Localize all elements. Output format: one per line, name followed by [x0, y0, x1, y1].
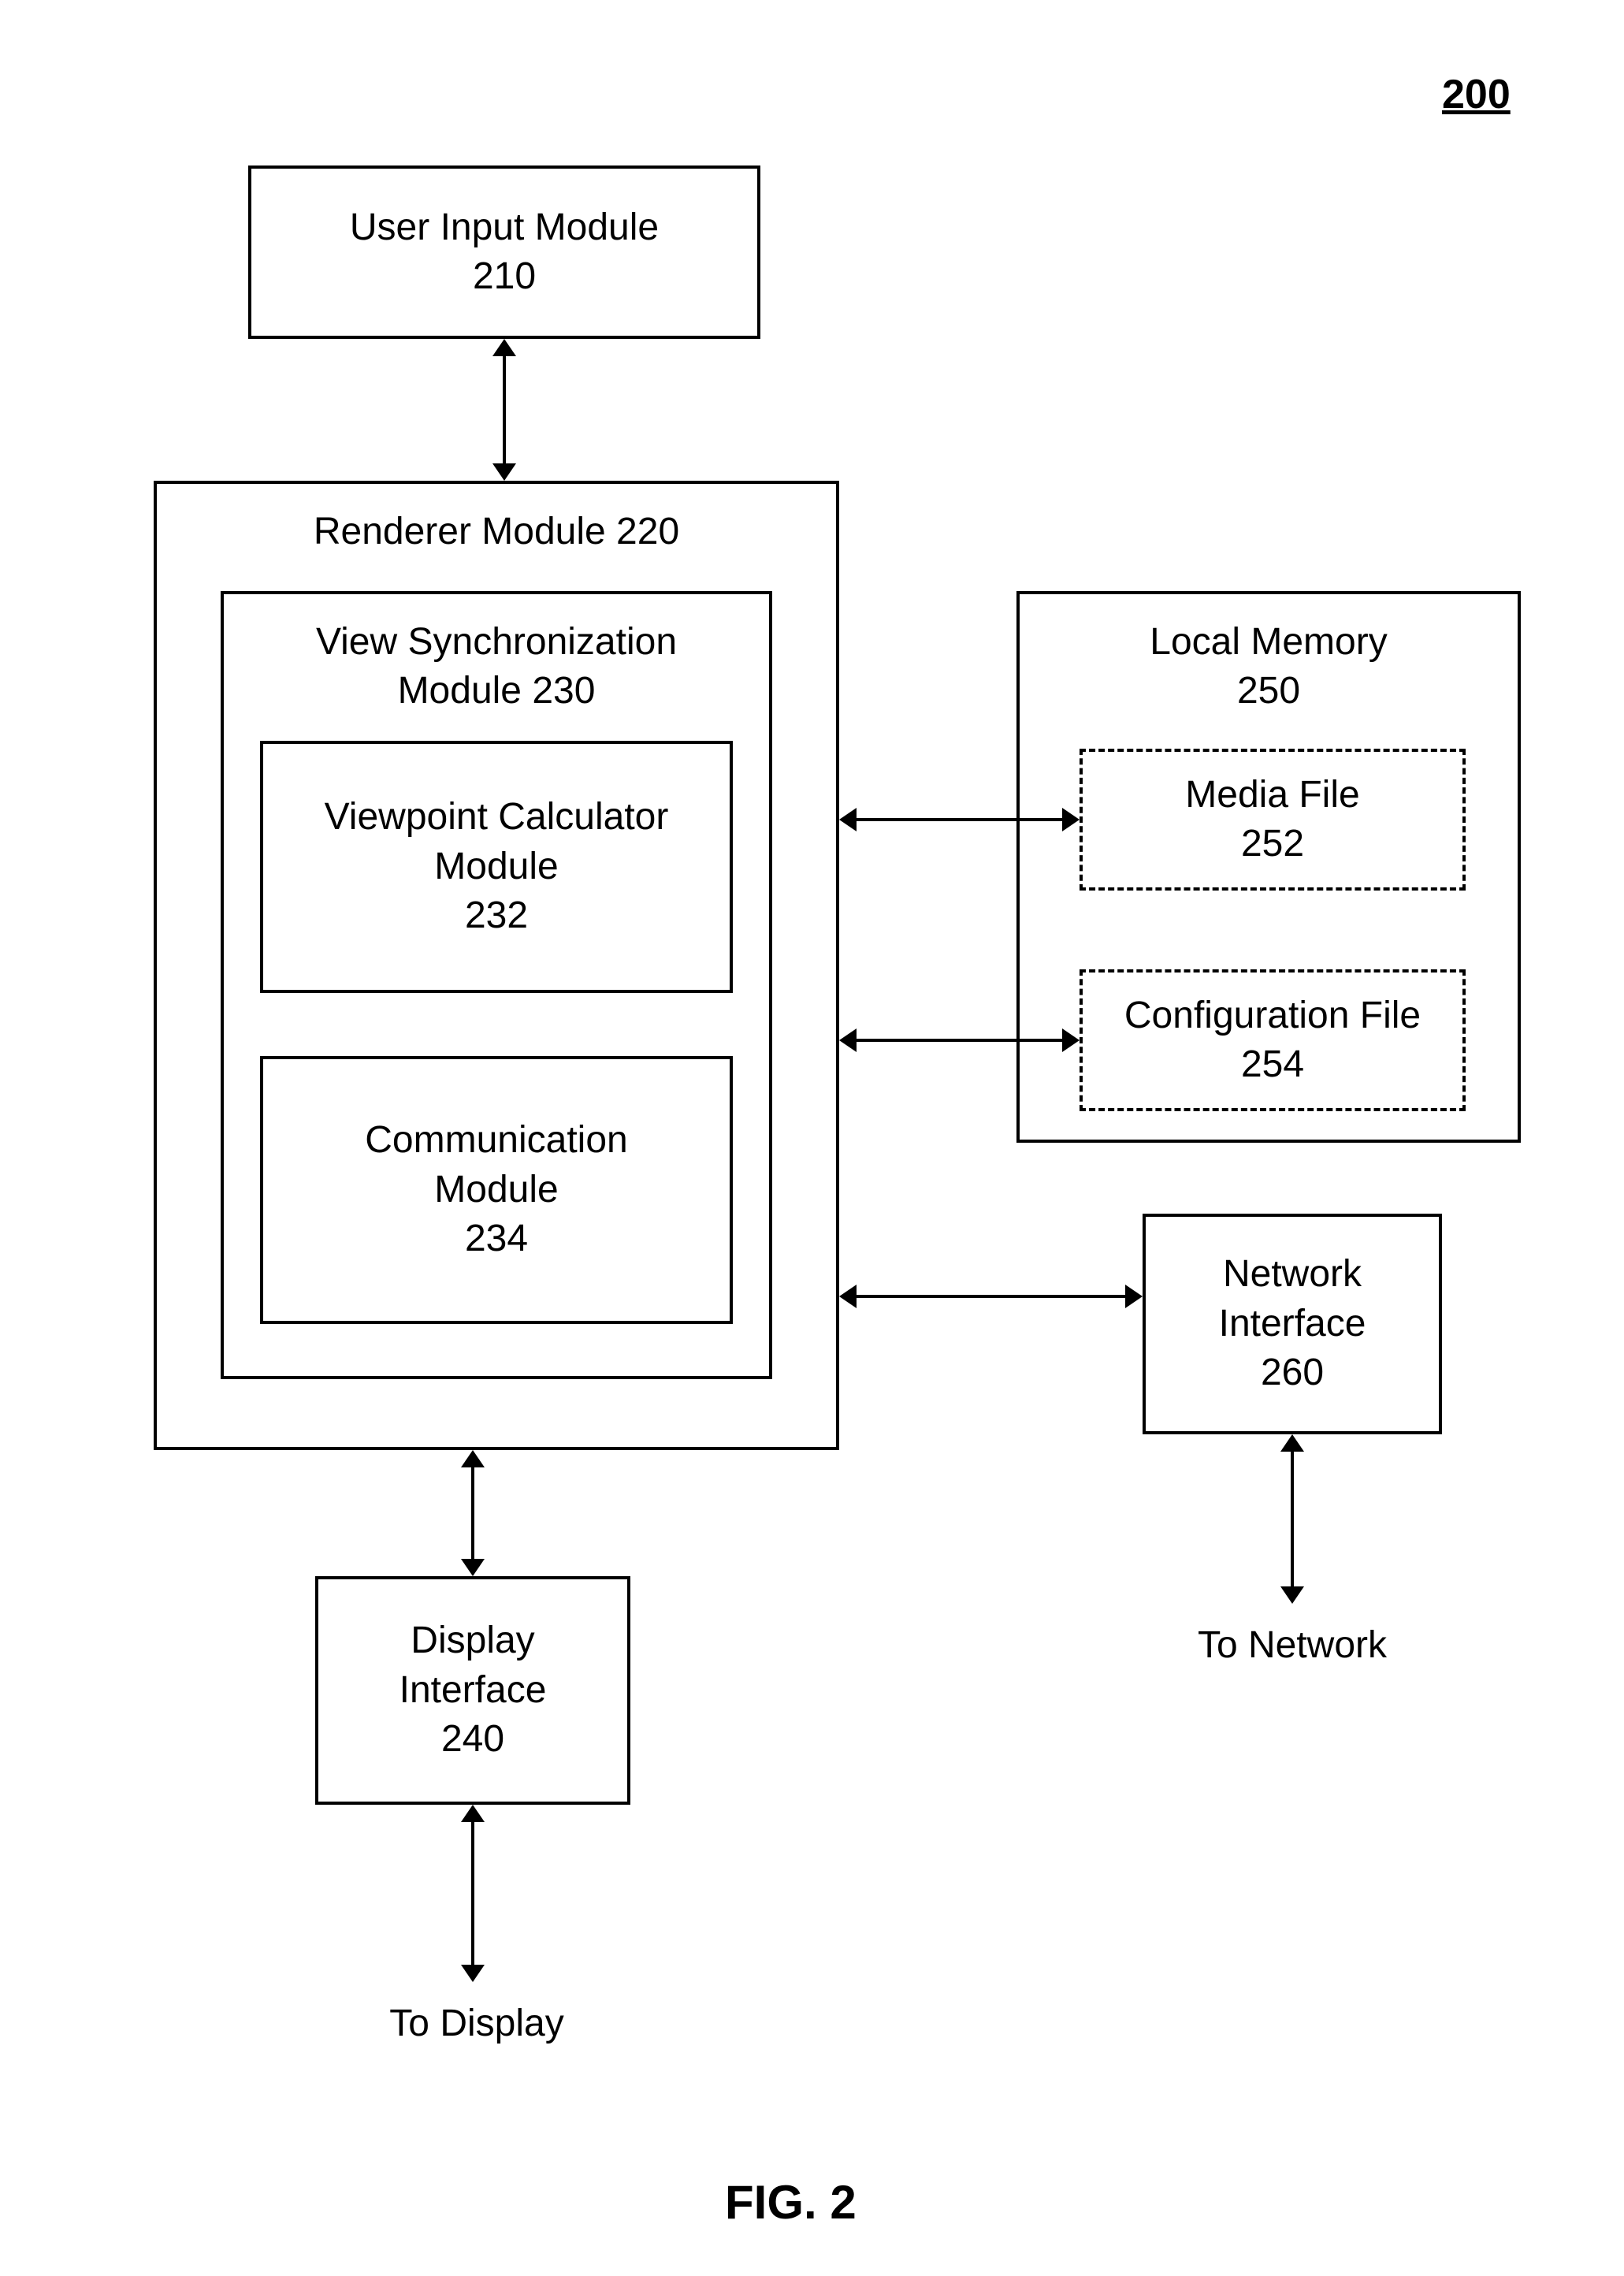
box-configuration-file: Configuration File 254	[1080, 969, 1466, 1111]
text-line: Module	[434, 842, 558, 891]
figure-reference: 200	[1442, 71, 1511, 118]
text-line: Display	[411, 1616, 534, 1665]
box-viewpoint-calculator: Viewpoint Calculator Module 232	[260, 741, 733, 993]
box-media-file: Media File 252	[1080, 749, 1466, 891]
diagram-canvas: 200 User Input Module 210 Renderer Modul…	[0, 0, 1624, 2276]
text-line: Local Memory	[1150, 618, 1387, 667]
connector-renderer-netif	[839, 1277, 1143, 1316]
figure-caption: FIG. 2	[725, 2175, 857, 2230]
text-line: Configuration File	[1124, 991, 1421, 1040]
connector-network-out	[1273, 1434, 1312, 1604]
text-line: Module 230	[398, 667, 596, 716]
box-communication-module: Communication Module 234	[260, 1056, 733, 1324]
box-display-interface: Display Interface 240	[315, 1576, 630, 1805]
text-line: Network	[1223, 1250, 1362, 1299]
text-line: Interface	[1219, 1300, 1366, 1348]
text-line: Module	[434, 1166, 558, 1214]
label-to-network: To Network	[1190, 1623, 1395, 1667]
text-line: 250	[1237, 667, 1300, 716]
label-to-display: To Display	[378, 2002, 575, 2045]
text-line: 260	[1261, 1348, 1324, 1397]
text-line: 234	[465, 1214, 528, 1263]
connector-renderer-mediafile	[839, 800, 1080, 839]
text-line: 232	[465, 891, 528, 940]
text-line: Interface	[399, 1666, 547, 1715]
text-line: 254	[1241, 1040, 1304, 1089]
connector-renderer-display	[453, 1450, 492, 1576]
box-network-interface: Network Interface 260	[1143, 1214, 1442, 1434]
text-line: User Input Module	[350, 203, 659, 252]
text-line: View Synchronization	[316, 618, 677, 667]
text-line: 240	[441, 1715, 504, 1764]
box-user-input-module: User Input Module 210	[248, 165, 760, 339]
text-line: 252	[1241, 820, 1304, 868]
text-line: Renderer Module 220	[314, 508, 679, 556]
connector-renderer-configfile	[839, 1021, 1080, 1060]
text-line: Communication	[365, 1116, 627, 1165]
text-line: Media File	[1185, 771, 1359, 820]
text-line: 210	[473, 252, 536, 301]
text-line: Viewpoint Calculator	[325, 793, 669, 842]
connector-userinput-renderer	[485, 339, 524, 481]
connector-display-out	[453, 1805, 492, 1982]
